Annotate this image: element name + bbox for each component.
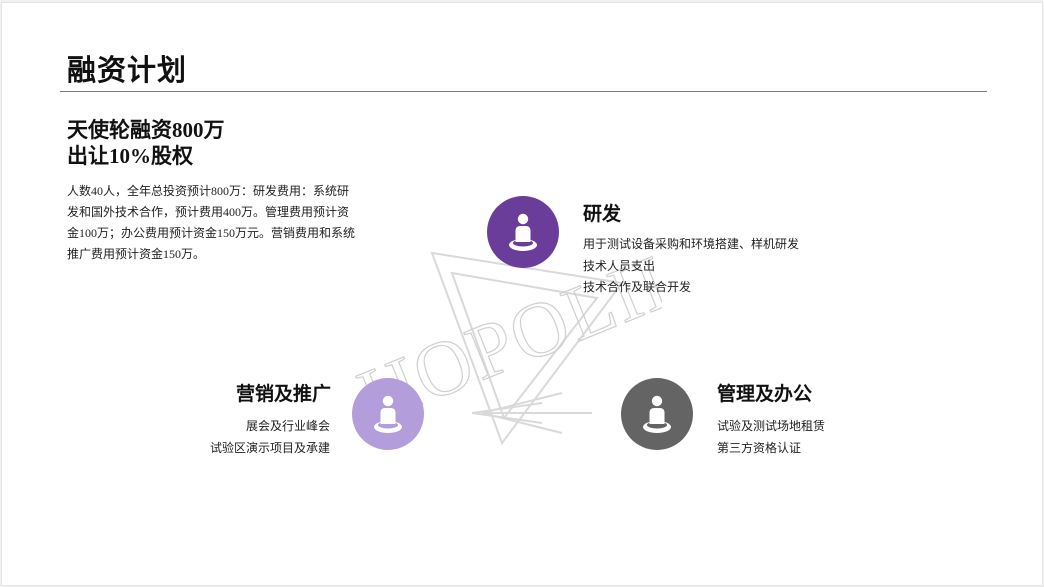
management-title: 管理及办公 xyxy=(717,384,813,405)
marketing-badge xyxy=(352,378,424,450)
person-icon xyxy=(509,213,537,251)
slide: 融资计划 天使轮融资800万 出让10%股权 人数40人，全年总投资预计800万… xyxy=(1,2,1043,586)
management-list: 试验及测试场地租赁 第三方资格认证 xyxy=(717,416,825,459)
list-item: 试验区演示项目及承建 xyxy=(209,440,330,455)
rd-title: 研发 xyxy=(583,204,622,225)
list-item: 技术合作及联合开发 xyxy=(583,280,692,294)
marketing-title: 营销及推广 xyxy=(235,384,331,405)
funding-headline: 天使轮融资800万 出让10%股权 xyxy=(67,117,367,169)
management-badge xyxy=(621,378,693,450)
rd-badge xyxy=(487,196,559,268)
funding-description: 人数40人，全年总投资预计800万：研发费用：系统研发和国外技术合作，预计费用4… xyxy=(67,184,356,261)
page-title: 融资计划 xyxy=(67,55,188,87)
marketing-list: 展会及行业峰会 试验区演示项目及承建 xyxy=(172,416,330,459)
person-icon xyxy=(643,395,671,433)
person-icon xyxy=(374,395,402,433)
list-item: 技术人员支出 xyxy=(583,258,656,273)
list-item: 试验及测试场地租赁 xyxy=(717,419,826,433)
list-item: 第三方资格认证 xyxy=(717,440,802,455)
title-divider xyxy=(60,91,987,92)
list-item: 展会及行业峰会 xyxy=(245,419,330,433)
list-item: 用于测试设备采购和环境搭建、样机研发 xyxy=(583,237,800,251)
funding-headline-line1: 天使轮融资800万 xyxy=(67,118,225,142)
rd-list: 用于测试设备采购和环境搭建、样机研发 技术人员支出 技术合作及联合开发 xyxy=(583,234,799,299)
funding-headline-line2: 出让10%股权 xyxy=(67,144,193,168)
